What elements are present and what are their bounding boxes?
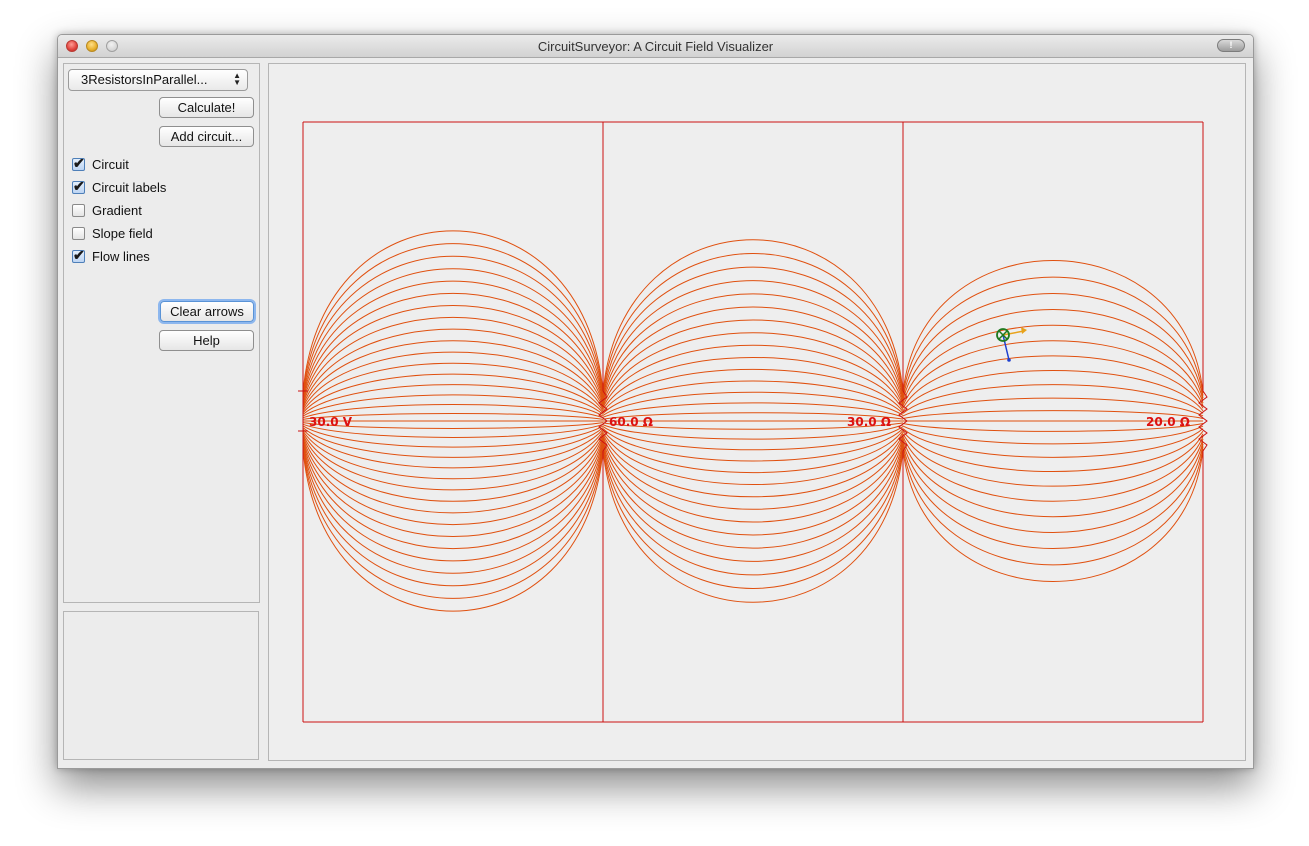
flow-line [602,266,904,397]
flow-line [302,255,604,397]
flow-line [302,448,604,612]
flow-line [602,428,904,462]
flow-lines [302,230,1204,612]
circuit-labels: 30.0 V 60.0 Ω 30.0 Ω 20.0 Ω [309,415,1190,429]
checkbox-label: Gradient [92,202,142,218]
checkbox-label: Slope field [92,225,153,241]
resistor-label-60: 60.0 Ω [609,415,653,429]
flow-line [902,355,1204,409]
checkmark-icon: ✔ [73,154,85,171]
checkbox-circuit[interactable]: ✔ Circuit [72,155,129,173]
circuit-svg[interactable]: 30.0 V 60.0 Ω 30.0 Ω 20.0 Ω [269,64,1245,760]
flow-line [602,306,904,403]
clear-arrows-button[interactable]: Clear arrows [160,301,254,322]
help-button[interactable]: Help [159,330,254,351]
flow-line [602,391,904,416]
circuit-wires [298,121,1208,723]
fullscreen-icon[interactable]: ! [1217,39,1245,52]
circuit-canvas[interactable]: 30.0 V 60.0 Ω 30.0 Ω 20.0 Ω [268,63,1246,761]
flow-line [602,344,904,409]
flow-line [902,441,1204,533]
info-panel [63,611,259,760]
flow-line [302,316,604,405]
flow-line [302,425,604,448]
flow-line [602,253,904,395]
circuit-select[interactable]: 3ResistorsInParallel... ▲ ▼ [68,69,248,91]
checkmark-icon: ✔ [73,177,85,194]
flow-line [302,427,604,458]
flow-line [302,432,604,491]
flow-line [902,276,1204,396]
window-title: CircuitSurveyor: A Circuit Field Visuali… [537,39,774,54]
checkbox-circuit-labels[interactable]: ✔ Circuit labels [72,178,166,196]
flow-line [902,433,1204,487]
flow-line [602,448,904,603]
flow-line [902,428,1204,458]
add-circuit-button[interactable]: Add circuit... [159,126,254,147]
resistor-label-30: 30.0 Ω [847,415,891,429]
checkbox-label: Circuit [92,156,129,172]
flow-line [602,433,904,498]
circuit-select-value: 3ResistorsInParallel... [81,72,208,87]
voltage-label: 30.0 V [309,415,353,429]
select-arrows-icon: ▲ ▼ [233,71,241,87]
flow-line [902,324,1204,404]
flow-line [302,437,604,526]
flow-line [602,426,904,451]
resistor-label-20: 20.0 Ω [1146,415,1190,429]
flow-line [902,438,1204,518]
flow-line [602,380,904,414]
checkbox-box[interactable]: ✔ [72,154,85,171]
checkmark-icon: ✔ [73,246,85,263]
checkbox-box[interactable] [72,226,85,240]
flow-line [302,230,604,394]
title-bar: CircuitSurveyor: A Circuit Field Visuali… [58,35,1253,58]
checkbox-box[interactable]: ✔ [72,246,85,263]
checkbox-box[interactable]: ✔ [72,177,85,194]
calculate-button[interactable]: Calculate! [159,97,254,118]
checkbox-gradient[interactable]: Gradient [72,201,142,219]
checkbox-label: Circuit labels [92,179,167,195]
checkbox-label: Flow lines [92,248,150,264]
flow-line [302,394,604,417]
flow-line [602,439,904,536]
checkbox-box[interactable] [72,203,85,217]
flow-line [302,445,604,587]
flow-line [302,384,604,415]
flow-line [902,446,1204,566]
app-window: CircuitSurveyor: A Circuit Field Visuali… [57,34,1254,769]
checkbox-flow-lines[interactable]: ✔ Flow lines [72,247,150,265]
flow-line [302,351,604,410]
flow-line [902,309,1204,401]
flow-line [602,447,904,589]
flow-line [602,445,904,576]
checkbox-slope-field[interactable]: Slope field [72,224,153,242]
flow-line [902,384,1204,414]
flow-line [602,239,904,394]
